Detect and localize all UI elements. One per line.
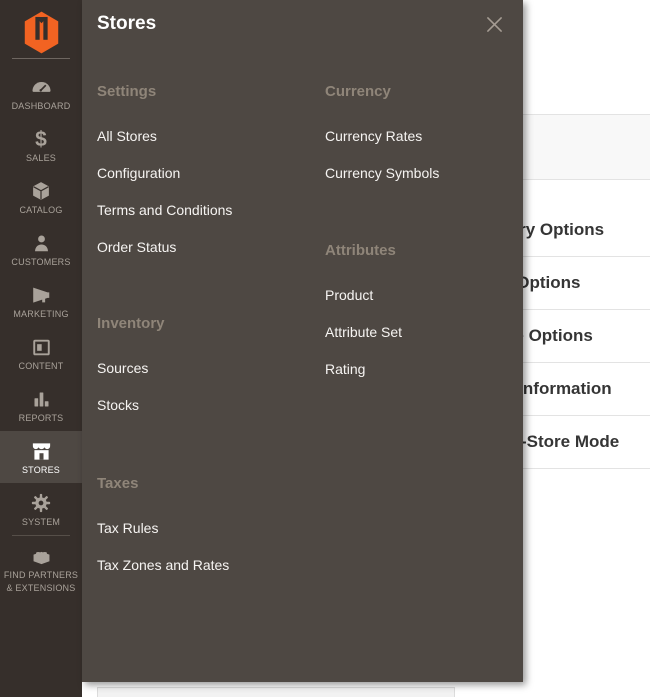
admin-sidebar: DASHBOARD $ SALES CATALOG CUSTOMERS — [0, 0, 82, 697]
close-button[interactable] — [485, 15, 503, 33]
marketing-megaphone-icon — [30, 283, 52, 307]
sidebar-item-label: REPORTS — [19, 413, 64, 424]
sidebar-item-label: & EXTENSIONS — [7, 583, 76, 594]
catalog-box-icon — [30, 179, 52, 203]
sidebar-item-label: CONTENT — [19, 361, 64, 372]
menu-section-taxes: Taxes Tax Rules Tax Zones and Rates — [97, 476, 229, 594]
sidebar-item-stores[interactable]: STORES — [0, 431, 82, 483]
menu-section-inventory: Inventory Sources Stocks — [97, 316, 165, 434]
sidebar-items: DASHBOARD $ SALES CATALOG CUSTOMERS — [0, 67, 82, 598]
menu-item-tax-zones-and-rates[interactable]: Tax Zones and Rates — [97, 557, 229, 574]
sidebar-divider — [12, 58, 70, 59]
content-layout-icon — [31, 335, 52, 359]
system-gear-icon — [30, 491, 52, 515]
menu-item-attribute-set[interactable]: Attribute Set — [325, 324, 402, 341]
find-partners-brick-icon — [30, 544, 53, 568]
page-bottom-panel — [97, 687, 455, 697]
sidebar-item-system[interactable]: SYSTEM — [0, 483, 82, 535]
menu-item-rating[interactable]: Rating — [325, 361, 402, 378]
sidebar-item-marketing[interactable]: MARKETING — [0, 275, 82, 327]
magento-logo[interactable] — [0, 0, 82, 56]
sidebar-item-label: FIND PARTNERS — [4, 570, 78, 581]
menu-section-heading: Settings — [97, 84, 232, 100]
sidebar-item-dashboard[interactable]: DASHBOARD — [0, 67, 82, 119]
menu-item-terms-and-conditions[interactable]: Terms and Conditions — [97, 202, 232, 219]
sidebar-item-label: STORES — [22, 465, 60, 476]
menu-item-stocks[interactable]: Stocks — [97, 397, 165, 414]
menu-item-tax-rules[interactable]: Tax Rules — [97, 520, 229, 537]
sidebar-item-catalog[interactable]: CATALOG — [0, 171, 82, 223]
menu-item-sources[interactable]: Sources — [97, 360, 165, 377]
sidebar-item-label: SALES — [26, 153, 56, 164]
menu-item-currency-symbols[interactable]: Currency Symbols — [325, 165, 439, 182]
sidebar-item-customers[interactable]: CUSTOMERS — [0, 223, 82, 275]
menu-section-attributes: Attributes Product Attribute Set Rating — [325, 243, 402, 398]
sidebar-item-label: MARKETING — [13, 309, 68, 320]
menu-item-order-status[interactable]: Order Status — [97, 239, 232, 256]
menu-section-heading: Attributes — [325, 243, 402, 259]
sidebar-item-label: CUSTOMERS — [11, 257, 70, 268]
menu-section-heading: Taxes — [97, 476, 229, 492]
sidebar-item-label: SYSTEM — [22, 517, 60, 528]
sidebar-item-reports[interactable]: REPORTS — [0, 379, 82, 431]
sidebar-item-label: CATALOG — [19, 205, 62, 216]
menu-item-all-stores[interactable]: All Stores — [97, 128, 232, 145]
menu-item-currency-rates[interactable]: Currency Rates — [325, 128, 439, 145]
sidebar-item-content[interactable]: CONTENT — [0, 327, 82, 379]
dashboard-gauge-icon — [30, 75, 53, 99]
menu-section-heading: Currency — [325, 84, 439, 100]
menu-item-configuration[interactable]: Configuration — [97, 165, 232, 182]
stores-flyout-menu: Stores Settings All Stores Configuration… — [82, 0, 523, 682]
menu-item-product[interactable]: Product — [325, 287, 402, 304]
flyout-title: Stores — [97, 13, 156, 35]
magento-logo-icon — [24, 11, 59, 54]
reports-barchart-icon — [31, 387, 52, 411]
sidebar-item-label: DASHBOARD — [12, 101, 71, 112]
stores-shop-icon — [30, 439, 53, 463]
customers-person-icon — [31, 231, 52, 255]
sidebar-item-find-partners[interactable]: FIND PARTNERS & EXTENSIONS — [0, 536, 82, 598]
sales-dollar-icon: $ — [35, 127, 47, 151]
sidebar-item-sales[interactable]: $ SALES — [0, 119, 82, 171]
menu-section-heading: Inventory — [97, 316, 165, 332]
close-icon — [486, 16, 503, 33]
menu-section-currency: Currency Currency Rates Currency Symbols — [325, 84, 439, 202]
menu-section-settings: Settings All Stores Configuration Terms … — [97, 84, 232, 276]
